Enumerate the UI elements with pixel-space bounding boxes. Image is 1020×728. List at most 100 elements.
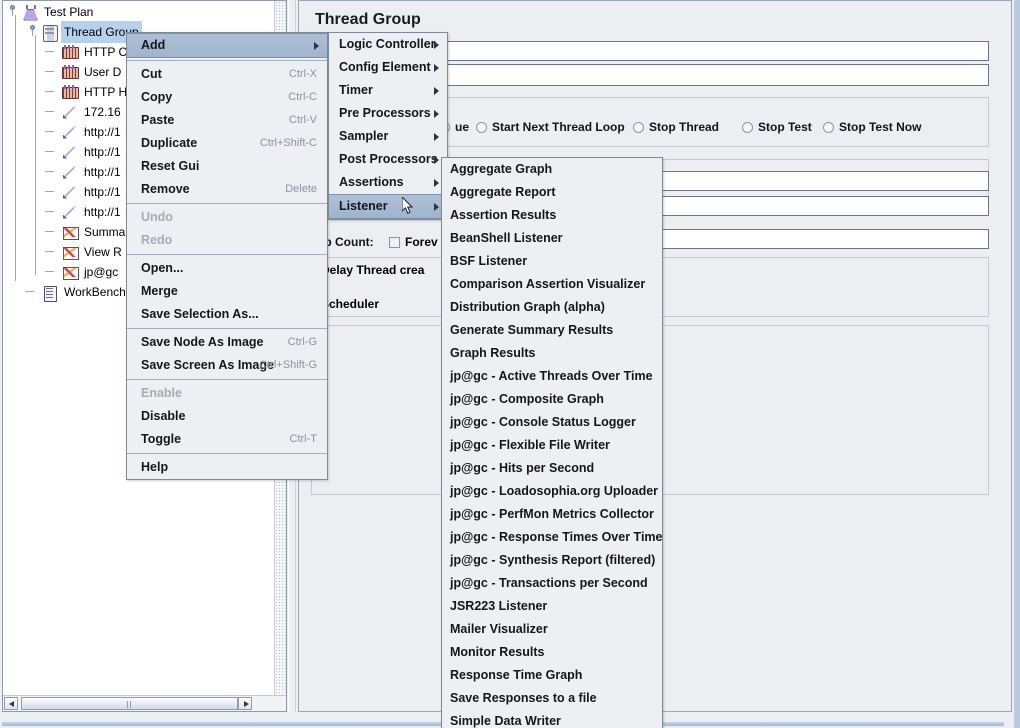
menu-item-jp-gc-transactions-per-second[interactable]: jp@gc - Transactions per Second	[442, 572, 662, 595]
tree-node-label: Test Plan	[44, 5, 94, 19]
menu-item-jp-gc-loadosophia-org-uploader[interactable]: jp@gc - Loadosophia.org Uploader	[442, 480, 662, 503]
menu-item-accelerator: Ctrl-T	[289, 433, 318, 445]
forever-checkbox[interactable]: Forev	[389, 235, 438, 249]
menu-item-label: Cut	[141, 67, 162, 81]
scroll-left-arrow-icon[interactable]	[4, 697, 18, 710]
menu-item-mailer-visualizer[interactable]: Mailer Visualizer	[442, 618, 662, 641]
menu-item-toggle[interactable]: Toggle Ctrl-T	[127, 428, 327, 451]
menu-item-jsr223-listener[interactable]: JSR223 Listener	[442, 595, 662, 618]
menu-item-comparison-assertion-visualizer[interactable]: Comparison Assertion Visualizer	[442, 273, 662, 296]
tree-node-label: WorkBench	[64, 285, 126, 299]
menu-item-response-time-graph[interactable]: Response Time Graph	[442, 664, 662, 687]
menu-item-save-selection-as[interactable]: Save Selection As...	[127, 303, 327, 326]
add-submenu[interactable]: Logic Controller Config Element Timer Pre P…	[328, 32, 448, 220]
menu-item-distribution-graph-alpha[interactable]: Distribution Graph (alpha)	[442, 296, 662, 319]
menu-item-duplicate[interactable]: Duplicate Ctrl+Shift-C	[127, 132, 327, 155]
menu-item-jp-gc-response-times-over-time[interactable]: jp@gc - Response Times Over Time	[442, 526, 663, 549]
menu-item-jp-gc-active-threads-over-time[interactable]: jp@gc - Active Threads Over Time	[442, 365, 662, 388]
tree-branch-line	[45, 71, 54, 72]
menu-item-pre-processors[interactable]: Pre Processors	[329, 102, 447, 125]
menu-item-jp-gc-perfmon-metrics-collector[interactable]: jp@gc - PerfMon Metrics Collector	[442, 503, 662, 526]
menu-item-config-element[interactable]: Config Element	[329, 56, 447, 79]
chevron-right-icon	[434, 156, 439, 164]
menu-item-label: Distribution Graph (alpha)	[450, 300, 605, 314]
menu-item-aggregate-graph[interactable]: Aggregate Graph	[442, 158, 662, 181]
menu-item-sampler[interactable]: Sampler	[329, 125, 447, 148]
error-option-start-next-thread-loop-label: Start Next Thread Loop	[492, 120, 625, 134]
tree-node-label: HTTP H	[84, 85, 128, 99]
tree-expander-icon[interactable]	[7, 5, 18, 16]
menu-item-generate-summary-results[interactable]: Generate Summary Results	[442, 319, 662, 342]
comments-field[interactable]	[447, 64, 989, 86]
menu-item-graph-results[interactable]: Graph Results	[442, 342, 662, 365]
name-field[interactable]	[447, 41, 989, 61]
menu-item-add[interactable]: Add	[127, 33, 327, 58]
error-option-stop-thread[interactable]: Stop Thread	[633, 120, 719, 134]
menu-separator	[127, 60, 327, 61]
menu-item-label: jp@gc - Synthesis Report (filtered)	[450, 553, 656, 567]
menu-item-bsf-listener[interactable]: BSF Listener	[442, 250, 662, 273]
chevron-right-icon	[434, 87, 439, 95]
menu-item-assertions[interactable]: Assertions	[329, 171, 447, 194]
tree-branch-line	[45, 251, 54, 252]
error-option-start-next-thread-loop[interactable]: Start Next Thread Loop	[476, 120, 625, 134]
menu-item-help[interactable]: Help	[127, 456, 327, 479]
menu-item-jp-gc-flexible-file-writer[interactable]: jp@gc - Flexible File Writer	[442, 434, 662, 457]
listener-icon	[61, 244, 79, 261]
tree-branch-line	[45, 131, 54, 132]
menu-item-label: JSR223 Listener	[450, 599, 548, 613]
menu-item-open[interactable]: Open...	[127, 257, 327, 280]
menu-item-disable[interactable]: Disable	[127, 405, 327, 428]
menu-item-cut[interactable]: Cut Ctrl-X	[127, 63, 327, 86]
http-sampler-icon	[61, 124, 79, 141]
tree-node-label: 172.16	[84, 105, 121, 119]
menu-item-jp-gc-console-status-logger[interactable]: jp@gc - Console Status Logger	[442, 411, 662, 434]
error-option-stop-test[interactable]: Stop Test	[742, 120, 812, 134]
menu-item-label: Generate Summary Results	[450, 323, 614, 337]
menu-item-simple-data-writer[interactable]: Simple Data Writer	[442, 710, 662, 728]
listener-submenu[interactable]: Aggregate Graph Aggregate Report Assertion…	[441, 157, 663, 728]
menu-item-accelerator: Ctrl+Shift-C	[259, 137, 317, 149]
menu-item-aggregate-report[interactable]: Aggregate Report	[442, 181, 662, 204]
chevron-right-icon	[434, 110, 439, 118]
menu-item-paste[interactable]: Paste Ctrl-V	[127, 109, 327, 132]
listener-icon	[61, 224, 79, 241]
menu-item-label: Comparison Assertion Visualizer	[450, 277, 646, 291]
error-option-stop-test-now[interactable]: Stop Test Now	[823, 120, 921, 134]
menu-item-label: jp@gc - Transactions per Second	[450, 576, 648, 590]
menu-item-listener[interactable]: Listener	[329, 194, 447, 219]
menu-item-monitor-results[interactable]: Monitor Results	[442, 641, 662, 664]
menu-item-copy[interactable]: Copy Ctrl-C	[127, 86, 327, 109]
tree-expander-icon[interactable]	[27, 25, 38, 36]
menu-item-save-screen-as-image[interactable]: Save Screen As Image Ctrl+Shift-G	[127, 354, 327, 377]
menu-item-remove[interactable]: Remove Delete	[127, 178, 327, 201]
menu-item-logic-controller[interactable]: Logic Controller	[329, 33, 447, 56]
menu-item-merge[interactable]: Merge	[127, 280, 327, 303]
menu-item-label: jp@gc - Loadosophia.org Uploader	[450, 484, 659, 498]
listener-icon	[61, 264, 79, 281]
tree-branch-line	[45, 91, 54, 92]
menu-item-save-responses-to-a-file[interactable]: Save Responses to a file	[442, 687, 662, 710]
menu-item-label: Duplicate	[141, 136, 198, 150]
tree-horizontal-scrollbar[interactable]	[3, 695, 286, 711]
checkbox-box-forever	[389, 236, 400, 248]
menu-item-jp-gc-synthesis-report-filtered[interactable]: jp@gc - Synthesis Report (filtered)	[442, 549, 662, 572]
error-option-continue-label: ue	[455, 120, 470, 134]
tree-context-menu[interactable]: Add Cut Ctrl-X Copy Ctrl-C Paste Ctrl-V Duplica…	[126, 32, 328, 480]
error-option-stop-test-now-label: Stop Test Now	[839, 120, 922, 134]
menu-item-timer[interactable]: Timer	[329, 79, 447, 102]
page-title: Thread Group	[315, 11, 421, 28]
menu-item-jp-gc-composite-graph[interactable]: jp@gc - Composite Graph	[442, 388, 662, 411]
menu-item-label: jp@gc - Flexible File Writer	[450, 438, 610, 452]
menu-item-reset-gui[interactable]: Reset Gui	[127, 155, 327, 178]
menu-item-beanshell-listener[interactable]: BeanShell Listener	[442, 227, 662, 250]
tree-node[interactable]: Test Plan	[3, 1, 275, 21]
menu-item-jp-gc-hits-per-second[interactable]: jp@gc - Hits per Second	[442, 457, 662, 480]
tree-node-label: View R	[84, 245, 122, 259]
menu-item-label: Assertion Results	[450, 208, 557, 222]
horizontal-scroll-thumb[interactable]	[21, 697, 238, 710]
scroll-right-arrow-icon[interactable]	[238, 697, 252, 710]
menu-item-assertion-results[interactable]: Assertion Results	[442, 204, 662, 227]
menu-item-save-node-as-image[interactable]: Save Node As Image Ctrl-G	[127, 331, 327, 354]
menu-item-post-processors[interactable]: Post Processors	[329, 148, 447, 171]
